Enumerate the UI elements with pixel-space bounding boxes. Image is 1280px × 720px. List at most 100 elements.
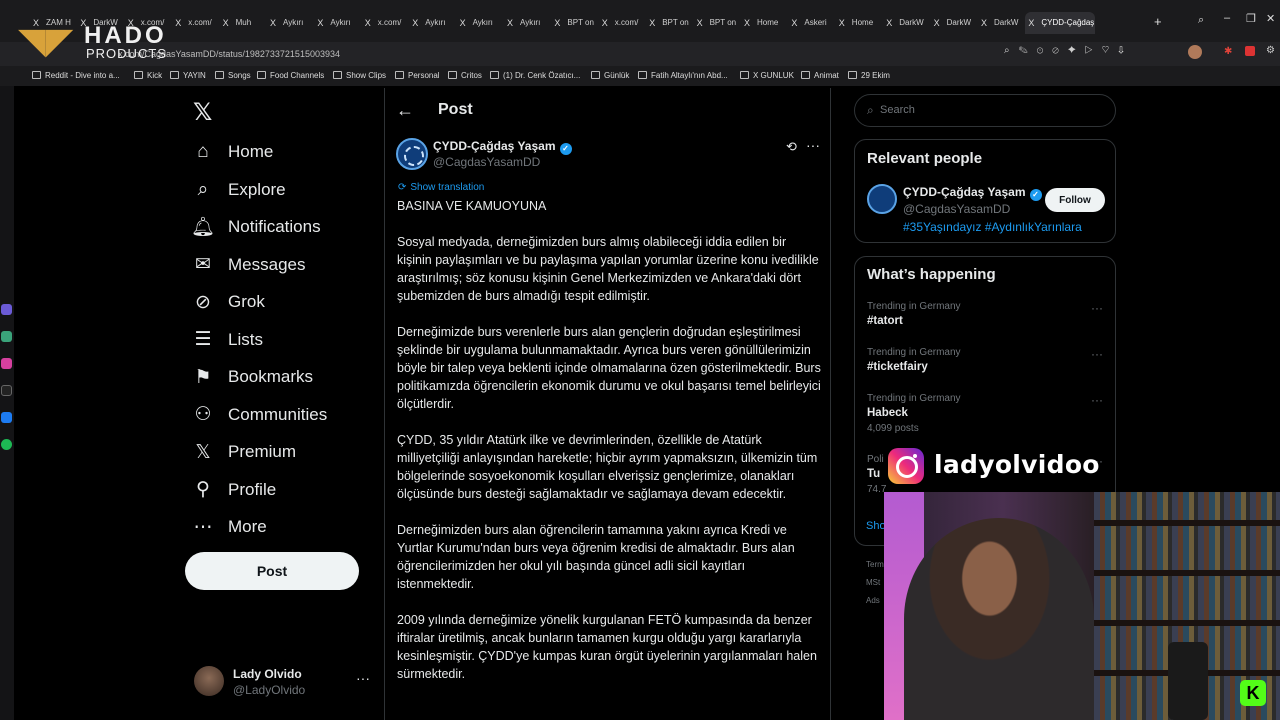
follow-button[interactable]: Follow bbox=[1045, 188, 1105, 212]
relevant-person-name[interactable]: ÇYDD-Çağdaş Yaşam ✓ bbox=[903, 185, 1042, 201]
show-translation-link[interactable]: ⟳ Show translation bbox=[398, 182, 484, 193]
x-favicon-icon: X bbox=[791, 18, 798, 28]
bookmark-item[interactable]: Show Clips bbox=[333, 66, 386, 86]
folder-icon bbox=[215, 71, 224, 79]
bookmark-item[interactable]: Günlük bbox=[591, 66, 629, 86]
footer-link[interactable]: Ads bbox=[866, 592, 884, 610]
extension-shield-icon[interactable] bbox=[1245, 46, 1255, 56]
tab[interactable]: X Muh bbox=[220, 12, 266, 34]
trend-item[interactable]: Trending in Germany Habeck 4,099 posts ··· bbox=[867, 393, 1105, 434]
folder-icon bbox=[395, 71, 404, 79]
nav-item-explore[interactable]: ⌕ Explore bbox=[190, 172, 286, 208]
show-more-link[interactable]: Sho bbox=[866, 520, 886, 532]
nav-item-grok[interactable]: ⊘ Grok bbox=[190, 284, 265, 320]
list-icon: ☰ bbox=[194, 329, 212, 350]
x-favicon-icon: X bbox=[317, 18, 324, 28]
tab[interactable]: X Home bbox=[836, 12, 882, 34]
tab[interactable]: X Aykırı bbox=[267, 12, 313, 34]
bookmark-label: Food Channels bbox=[270, 71, 325, 80]
bookmark-item[interactable]: YAYIN bbox=[170, 66, 206, 86]
post-more-icon[interactable]: ··· bbox=[806, 137, 820, 153]
relevant-person-bio[interactable]: #35Yaşındayız #AydınlıkYarınlara bbox=[903, 220, 1082, 234]
tab[interactable]: Xx.com/ bbox=[362, 12, 408, 34]
bookmark-item[interactable]: Fatih Altaylı'nın Abd... bbox=[638, 66, 728, 86]
bookmark-item[interactable]: Animat bbox=[801, 66, 839, 86]
side-app-icon[interactable] bbox=[1, 304, 12, 315]
tab[interactable]: X DarkW bbox=[978, 12, 1024, 34]
x-favicon-icon: X bbox=[459, 18, 466, 28]
bookmark-item[interactable]: Personal bbox=[395, 66, 440, 86]
trend-item[interactable]: Trending in Germany #tatort ··· bbox=[867, 301, 1105, 327]
footer-link[interactable]: Term bbox=[866, 556, 884, 574]
post-heading: BASINA VE KAMUOYUNA bbox=[397, 199, 547, 213]
author-name[interactable]: ÇYDD-Çağdaş Yaşam ✓ bbox=[433, 139, 572, 155]
search-icon: ⌕ bbox=[197, 178, 209, 200]
tab[interactable]: X Aykırı bbox=[457, 12, 503, 34]
relevant-person-name-text: ÇYDD-Çağdaş Yaşam bbox=[903, 185, 1026, 199]
search-box[interactable]: ⌕ Search bbox=[854, 94, 1116, 127]
bookmark-item[interactable]: 29 Ekim bbox=[848, 66, 890, 86]
post-button[interactable]: Post bbox=[185, 552, 359, 590]
extension-red-icon[interactable]: ✱ bbox=[1224, 46, 1232, 57]
bookmark-item[interactable]: X GUNLUK bbox=[740, 66, 794, 86]
nav-item-bookmarks[interactable]: ⚑ Bookmarks bbox=[190, 359, 313, 395]
account-switcher[interactable]: Lady Olvido @LadyOlvido ··· bbox=[194, 664, 374, 700]
nav-item-more[interactable]: ⋯ More bbox=[190, 509, 267, 545]
tab[interactable]: X Aykırı bbox=[504, 12, 550, 34]
maximize-icon[interactable]: ❐ bbox=[1246, 12, 1256, 25]
tab[interactable]: Xx.com/ bbox=[172, 12, 218, 34]
author-handle[interactable]: @CagdasYasamDD bbox=[433, 155, 540, 169]
verified-badge-icon: ✓ bbox=[1029, 189, 1042, 201]
tab[interactable]: X Home bbox=[741, 12, 787, 34]
trend-more-icon[interactable]: ··· bbox=[1091, 393, 1103, 407]
envelope-icon: ✉ bbox=[195, 254, 211, 275]
tab[interactable]: X BPT on bbox=[694, 12, 740, 34]
tab-active[interactable]: X ÇYDD-Çağdaş bbox=[1025, 12, 1096, 34]
avatar[interactable] bbox=[867, 184, 897, 214]
bookmark-item[interactable]: Kick bbox=[134, 66, 162, 86]
nav-item-communities[interactable]: ⚇ Communities bbox=[190, 397, 327, 433]
x-side-icon[interactable] bbox=[1, 385, 12, 396]
tab[interactable]: X Askeri bbox=[788, 12, 834, 34]
side-app-icon[interactable] bbox=[1, 331, 12, 342]
x-logo-icon[interactable]: 𝕏 bbox=[193, 98, 212, 126]
spotify-side-icon[interactable] bbox=[1, 439, 12, 450]
tab[interactable]: X BPT on bbox=[551, 12, 597, 34]
minimize-icon[interactable]: – bbox=[1224, 12, 1230, 24]
close-window-icon[interactable]: ✕ bbox=[1266, 12, 1275, 25]
bookmark-item[interactable]: (1) Dr. Cenk Özatıcı... bbox=[490, 66, 580, 86]
tab[interactable]: X Aykırı bbox=[409, 12, 455, 34]
more-dots-icon[interactable]: ··· bbox=[356, 670, 370, 686]
nav-item-profile[interactable]: ⚲ Profile bbox=[190, 472, 276, 508]
grok-icon[interactable]: ⟲ bbox=[786, 139, 797, 155]
author-avatar[interactable] bbox=[396, 138, 428, 170]
nav-item-notifications[interactable]: 🔔︎ Notifications bbox=[190, 209, 321, 245]
tab[interactable]: X BPT on bbox=[646, 12, 692, 34]
nav-item-home[interactable]: ⌂ Home bbox=[190, 134, 273, 170]
trend-more-icon[interactable]: ··· bbox=[1091, 347, 1103, 361]
instagram-side-icon[interactable] bbox=[1, 358, 12, 369]
bookmark-item[interactable]: Reddit - Dive into a... bbox=[32, 66, 120, 86]
extensions-puzzle-icon[interactable]: ⚙ bbox=[1266, 45, 1275, 56]
tab[interactable]: X DarkW bbox=[931, 12, 977, 34]
tab[interactable]: Xx.com/ bbox=[599, 12, 645, 34]
footer-link[interactable]: MSt bbox=[866, 574, 884, 592]
bookmark-item[interactable]: Critos bbox=[448, 66, 482, 86]
trend-more-icon[interactable]: ··· bbox=[1091, 301, 1103, 315]
bookmark-item[interactable]: Songs bbox=[215, 66, 251, 86]
profile-avatar-icon[interactable] bbox=[1188, 45, 1202, 59]
tab[interactable]: X DarkW bbox=[883, 12, 929, 34]
tab-label: Askeri bbox=[804, 18, 827, 27]
back-arrow-icon[interactable]: ← bbox=[396, 100, 414, 121]
nav-item-premium[interactable]: 𝕏 Premium bbox=[190, 434, 296, 470]
tab-label: x.com/ bbox=[377, 18, 402, 27]
search-tabs-icon[interactable]: ⌕ bbox=[1198, 14, 1204, 27]
nav-item-lists[interactable]: ☰ Lists bbox=[190, 322, 263, 358]
tab[interactable]: X Aykırı bbox=[314, 12, 360, 34]
trend-item[interactable]: Trending in Germany #ticketfairy ··· bbox=[867, 347, 1105, 373]
nav-item-messages[interactable]: ✉ Messages bbox=[190, 247, 305, 283]
bluesky-side-icon[interactable] bbox=[1, 412, 12, 423]
tab-label: Aykırı bbox=[472, 18, 493, 27]
bookmark-item[interactable]: Food Channels bbox=[257, 66, 324, 86]
new-tab-button[interactable]: + bbox=[1154, 14, 1162, 29]
